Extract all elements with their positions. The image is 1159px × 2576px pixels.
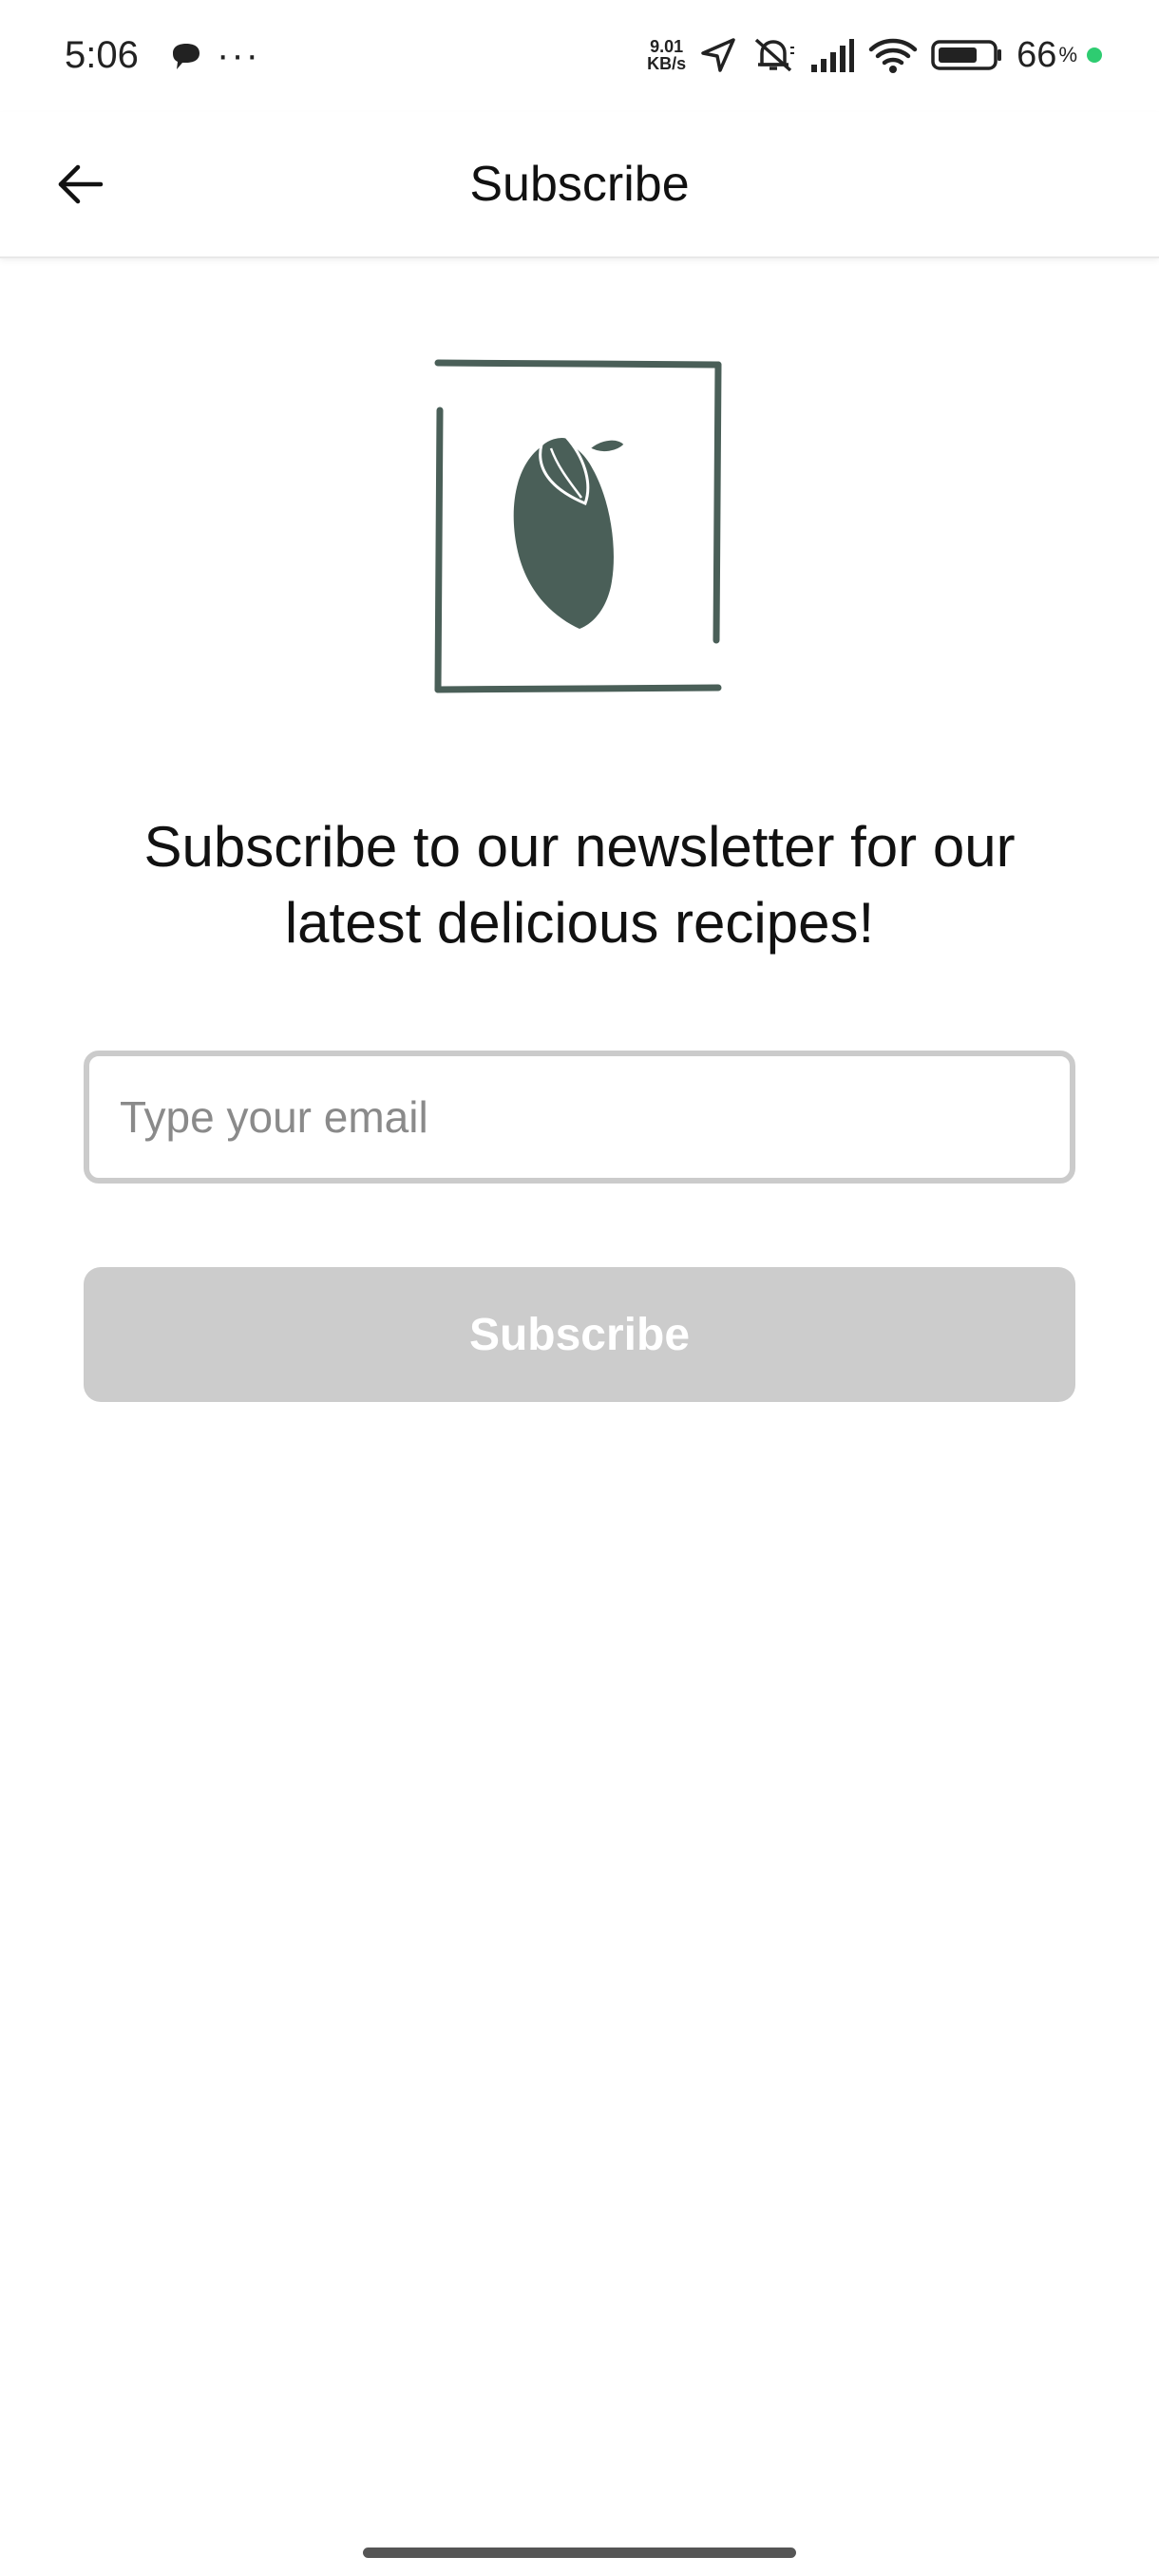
status-bar: 5:06 ··· 9.01 KB/s 66 % bbox=[0, 0, 1159, 112]
battery-percent-sign: % bbox=[1058, 43, 1077, 66]
status-icons: 9.01 KB/s 66 % bbox=[647, 28, 1102, 82]
status-time: 5:06 bbox=[65, 34, 139, 76]
app-header: Subscribe bbox=[0, 112, 1159, 258]
net-speed-value: 9.01 bbox=[650, 37, 684, 56]
headline-line-2: latest delicious recipes! bbox=[284, 891, 875, 955]
navigation-icon bbox=[699, 36, 737, 74]
net-speed-unit: KB/s bbox=[647, 54, 687, 73]
page-title: Subscribe bbox=[469, 157, 690, 212]
bell-muted-icon bbox=[750, 36, 796, 74]
battery-icon bbox=[931, 36, 1003, 74]
newsletter-headline: Subscribe to our newsletter for our late… bbox=[57, 809, 1102, 961]
email-field[interactable] bbox=[84, 1051, 1075, 1184]
subscribe-button[interactable]: Subscribe bbox=[84, 1267, 1075, 1402]
signal-icon bbox=[809, 36, 855, 74]
headline-line-1: Subscribe to our newsletter for our bbox=[143, 815, 1016, 879]
wifi-icon bbox=[868, 36, 918, 74]
status-more-indicator: ··· bbox=[217, 34, 260, 76]
lemon-in-frame-icon bbox=[433, 357, 726, 695]
chat-bubble-icon bbox=[169, 40, 203, 74]
charging-dot bbox=[1087, 47, 1102, 63]
battery-percent: 66 bbox=[1016, 35, 1057, 75]
home-indicator[interactable] bbox=[363, 2548, 796, 2558]
net-speed: 9.01 KB/s bbox=[647, 38, 686, 72]
